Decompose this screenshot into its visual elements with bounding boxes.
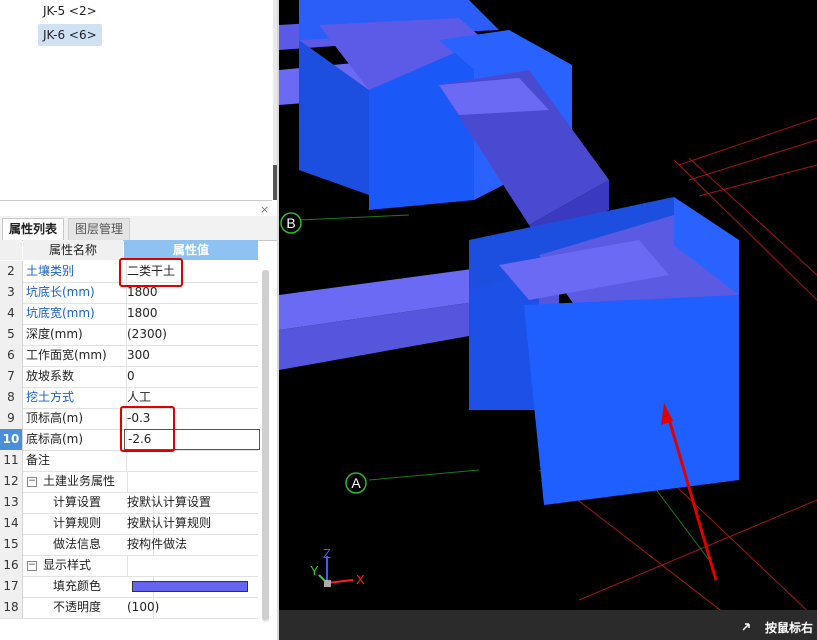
3d-scene: B A Z X Y	[279, 0, 817, 640]
row-number[interactable]: 12	[0, 471, 23, 492]
property-value[interactable]: 1800	[124, 282, 258, 303]
tree-item-jk6[interactable]: JK-6 <6>	[38, 24, 102, 46]
gizmo-z-label: Z	[323, 546, 331, 561]
table-row[interactable]: 12− 土建业务属性	[0, 471, 258, 493]
table-row[interactable]: 14 计算规则 按默认计算规则	[0, 513, 258, 535]
component-tree: JK-5 <2> JK-6 <6>	[0, 0, 272, 201]
panel-tabs: 属性列表 图层管理	[0, 216, 277, 241]
property-name: 备注	[23, 450, 127, 471]
table-row[interactable]: 10 底标高(m) -2.6	[0, 429, 260, 451]
row-number[interactable]: 14	[0, 513, 23, 534]
property-name: 深度(mm)	[23, 324, 127, 345]
table-row[interactable]: 13 计算设置 按默认计算设置	[0, 492, 258, 514]
name-column-header: 属性名称	[23, 240, 123, 260]
row-number[interactable]: 16	[0, 555, 23, 576]
row-number[interactable]: 7	[0, 366, 23, 387]
property-value[interactable]: 按默认计算规则	[124, 513, 258, 534]
table-row[interactable]: 9 顶标高(m) -0.3	[0, 408, 258, 430]
property-name: 坑底宽(mm)	[23, 303, 127, 324]
table-row[interactable]: 15 做法信息 按构件做法	[0, 534, 258, 556]
table-row[interactable]: 11 备注	[0, 450, 258, 472]
property-name: 土壤类别	[23, 261, 127, 282]
axis-marker-b: B	[280, 212, 302, 234]
property-value[interactable]: -2.6	[124, 429, 260, 450]
row-number[interactable]: 3	[0, 282, 23, 303]
table-row[interactable]: 6 工作面宽(mm) 300	[0, 345, 258, 367]
status-bar: 按鼠标右	[279, 610, 817, 640]
property-value[interactable]: (100)	[124, 597, 258, 618]
property-name: 底标高(m)	[23, 429, 127, 450]
property-name: 坑底长(mm)	[23, 282, 127, 303]
property-value[interactable]: (2300)	[124, 324, 258, 345]
tab-properties[interactable]: 属性列表	[2, 218, 65, 240]
property-name: 挖土方式	[23, 387, 127, 408]
pit2-front-face	[524, 295, 739, 505]
gizmo-x-label: X	[356, 572, 365, 587]
property-value[interactable]	[124, 576, 258, 597]
axis-line-b	[298, 214, 410, 221]
property-name: 顶标高(m)	[23, 408, 127, 429]
property-value[interactable]: 按默认计算设置	[124, 492, 258, 513]
row-number[interactable]: 4	[0, 303, 23, 324]
3d-viewport[interactable]: B A Z X Y	[279, 0, 817, 640]
property-scrollbar[interactable]	[262, 270, 269, 622]
property-name: 放坡系数	[23, 366, 127, 387]
row-number[interactable]: 5	[0, 324, 23, 345]
row-number[interactable]: 11	[0, 450, 23, 471]
axis-label-a: A	[351, 475, 361, 491]
table-row[interactable]: 7 放坡系数 0	[0, 366, 258, 388]
row-number[interactable]: 2	[0, 261, 23, 282]
collapse-icon[interactable]: −	[27, 476, 37, 487]
property-name: 工作面宽(mm)	[23, 345, 127, 366]
row-number[interactable]: 9	[0, 408, 23, 429]
left-panel: JK-5 <2> JK-6 <6> × 属性列表 图层管理 属性名称 属性值 2…	[0, 0, 277, 640]
table-row[interactable]: 17 填充颜色	[0, 576, 258, 598]
table-row[interactable]: 4 坑底宽(mm) 1800	[0, 303, 258, 325]
property-value[interactable]: 二类干土	[124, 261, 258, 282]
tree-item-jk5[interactable]: JK-5 <2>	[38, 0, 102, 22]
property-value[interactable]: -0.3	[124, 408, 258, 429]
property-value[interactable]	[124, 450, 258, 471]
row-number[interactable]: 6	[0, 345, 23, 366]
status-text: 按鼠标右	[764, 621, 813, 635]
axis-label-b: B	[286, 215, 295, 231]
table-row[interactable]: 8 挖土方式 人工	[0, 387, 258, 409]
row-number[interactable]: 18	[0, 597, 23, 618]
row-number[interactable]: 13	[0, 492, 23, 513]
row-number[interactable]: 17	[0, 576, 23, 597]
property-value[interactable]	[124, 555, 258, 576]
gizmo-y-label: Y	[310, 563, 319, 578]
property-scrollbar-thumb[interactable]	[262, 270, 269, 620]
table-row[interactable]: 2 土壤类别 二类干土	[0, 261, 258, 283]
tab-layers[interactable]: 图层管理	[68, 218, 131, 240]
property-value[interactable]: 1800	[124, 303, 258, 324]
axis-gizmo: Z X Y	[310, 546, 365, 587]
row-number[interactable]: 15	[0, 534, 23, 555]
table-row[interactable]: 18 不透明度 (100)	[0, 597, 258, 619]
table-row[interactable]: 16− 显示样式	[0, 555, 258, 577]
axis-marker-a: A	[345, 472, 367, 494]
property-name: − 显示样式	[23, 555, 128, 576]
table-row[interactable]: 5 深度(mm) (2300)	[0, 324, 258, 346]
property-group-label: 显示样式	[43, 558, 92, 572]
row-number-header	[0, 240, 22, 260]
close-icon[interactable]: ×	[260, 204, 269, 216]
property-group-label: 土建业务属性	[43, 474, 116, 488]
collapse-icon[interactable]: −	[27, 560, 37, 571]
fill-color-swatch[interactable]	[132, 581, 248, 592]
axis-line-a	[368, 469, 480, 481]
property-value[interactable]: 0	[124, 366, 258, 387]
property-value[interactable]: 人工	[124, 387, 258, 408]
property-name: − 土建业务属性	[23, 471, 128, 492]
property-value[interactable]	[124, 471, 258, 492]
row-number[interactable]: 10	[0, 429, 23, 450]
row-number[interactable]: 8	[0, 387, 23, 408]
property-value[interactable]: 按构件做法	[124, 534, 258, 555]
mouse-hint-icon	[742, 623, 750, 631]
table-row[interactable]: 3 坑底长(mm) 1800	[0, 282, 258, 304]
value-column-header: 属性值	[124, 240, 258, 260]
property-value[interactable]: 300	[124, 345, 258, 366]
